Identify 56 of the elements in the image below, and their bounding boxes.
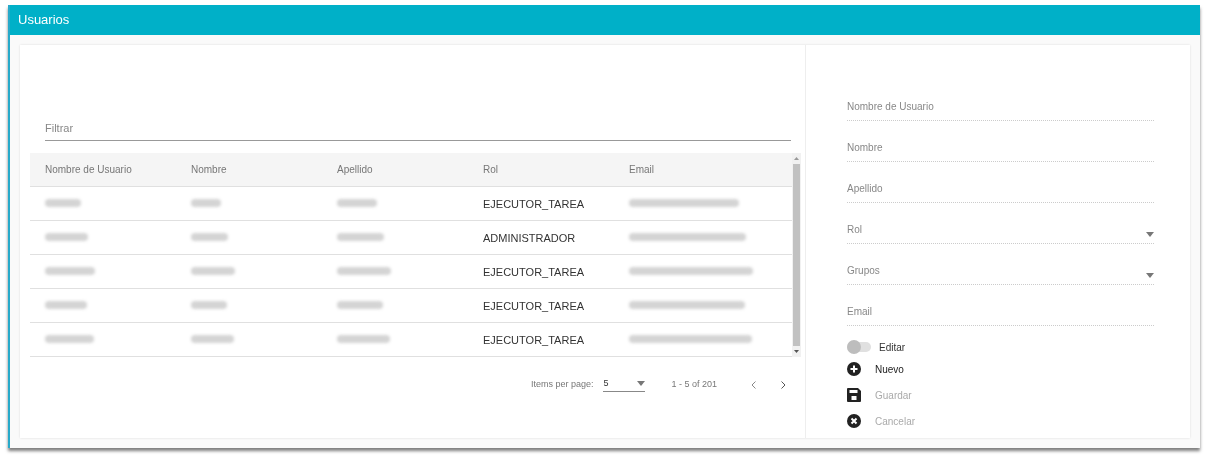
input-field[interactable]: Nombre: [847, 121, 1154, 162]
scrollbar-thumb[interactable]: [793, 163, 800, 346]
chevron-right-icon: [780, 380, 786, 389]
input-field[interactable]: Nombre de Usuario: [847, 80, 1154, 121]
table-row[interactable]: EJECUTOR_TAREA: [30, 186, 792, 221]
plus-circle-icon: [847, 362, 861, 376]
redacted-text: [191, 233, 228, 241]
select-field[interactable]: Rol: [847, 203, 1154, 244]
close-circle-icon: [847, 414, 861, 428]
page-size-select[interactable]: 5: [603, 376, 646, 393]
table-row[interactable]: EJECUTOR_TAREA: [30, 254, 792, 289]
column-header: Rol: [482, 162, 499, 177]
scroll-up-icon: [794, 156, 799, 160]
scrollbar[interactable]: [792, 152, 801, 357]
filter-field[interactable]: Filtrar: [45, 117, 791, 141]
toggle-label: Editar: [879, 340, 906, 355]
caret-icon: [1146, 273, 1154, 278]
redacted-text: [45, 335, 94, 343]
redacted-text: [45, 199, 81, 207]
toggle-switch[interactable]: [847, 342, 871, 352]
table-row[interactable]: EJECUTOR_TAREA: [30, 288, 792, 323]
column-header: Email: [628, 162, 655, 177]
table-cell: ADMINISTRADOR: [483, 232, 576, 244]
table-cell: EJECUTOR_TAREA: [483, 334, 585, 346]
table-cell: EJECUTOR_TAREA: [483, 198, 585, 210]
caret-icon: [1146, 232, 1154, 237]
page-title: Usuarios: [18, 11, 70, 30]
table-row[interactable]: ADMINISTRADOR: [30, 220, 792, 255]
column-header: Nombre de Usuario: [44, 162, 133, 177]
redacted-text: [191, 267, 235, 275]
redacted-text: [337, 199, 377, 207]
column-header: Nombre: [190, 162, 228, 177]
redacted-text: [191, 199, 221, 207]
table-cell: EJECUTOR_TAREA: [483, 266, 585, 278]
column-header: Apellido: [336, 162, 374, 177]
items-per-page-label: Items per page:: [530, 377, 594, 391]
page-range: 1 - 5 of 201: [671, 377, 717, 391]
table-cell: EJECUTOR_TAREA: [483, 300, 585, 312]
save-icon: [847, 388, 861, 402]
redacted-text: [45, 267, 95, 275]
redacted-text: [337, 335, 390, 343]
table-row[interactable]: EJECUTOR_TAREA: [30, 322, 792, 357]
select-field[interactable]: Grupos: [847, 244, 1154, 285]
redacted-text: [191, 335, 234, 343]
input-field[interactable]: Email: [847, 285, 1154, 326]
redacted-text: [191, 301, 227, 309]
action-button[interactable]: Nuevo: [847, 356, 904, 382]
input-field[interactable]: Apellido: [847, 162, 1154, 203]
redacted-text: [337, 233, 384, 241]
redacted-text: [337, 267, 391, 275]
caret-icon: [637, 381, 646, 386]
redacted-text: [45, 233, 88, 241]
chevron-left-icon: [750, 380, 756, 389]
redacted-text: [45, 301, 87, 309]
redacted-text: [337, 301, 383, 309]
scroll-down-icon: [794, 349, 799, 353]
